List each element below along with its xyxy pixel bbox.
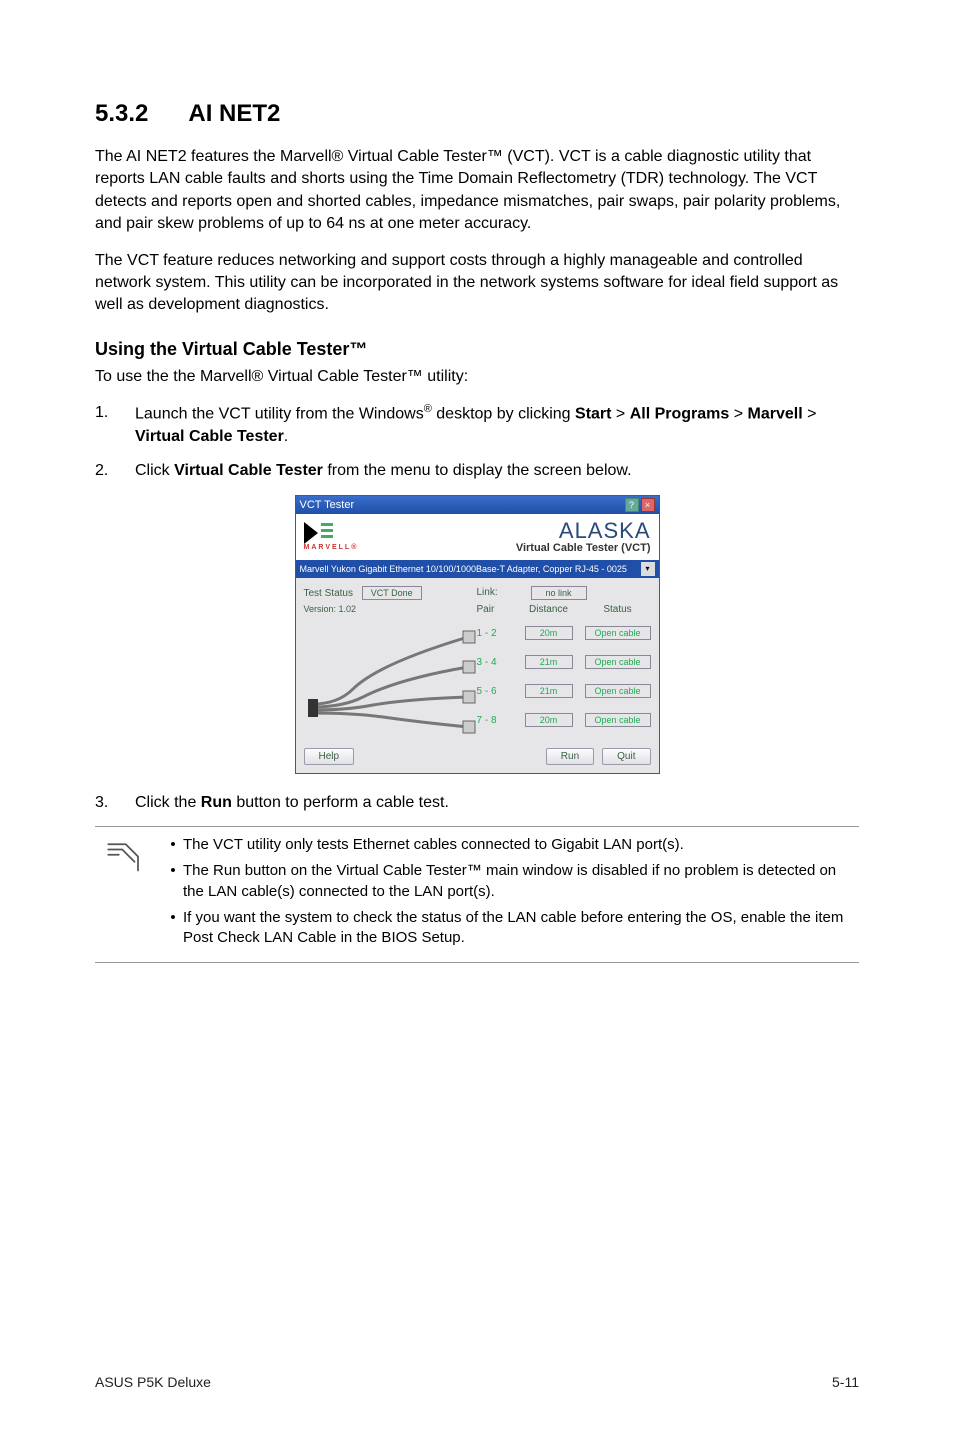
screenshot-container: VCT Tester ? × MARVELL® ALASKA Virtual C…	[95, 495, 859, 774]
help-icon[interactable]: ?	[625, 498, 639, 512]
table-row: 1 - 2 20m Open cable	[477, 619, 651, 648]
head-pair: Pair	[477, 604, 513, 615]
alaska-block: ALASKA Virtual Cable Tester (VCT)	[516, 520, 651, 554]
page-footer: ASUS P5K Deluxe 5-11	[95, 1374, 859, 1390]
pair-table-header: Pair Distance Status	[477, 604, 651, 615]
table-row: 5 - 6 21m Open cable	[477, 677, 651, 706]
step-3: 3. Click the Run button to perform a cab…	[95, 792, 859, 814]
step-text: Click Virtual Cable Tester from the menu…	[135, 460, 859, 482]
table-row: 7 - 8 20m Open cable	[477, 706, 651, 735]
note-list: •The VCT utility only tests Ethernet cab…	[163, 835, 859, 954]
step-number: 2.	[95, 460, 135, 482]
note-icon	[103, 839, 145, 875]
pair-label: 5 - 6	[477, 686, 513, 697]
intro-paragraph: The AI NET2 features the Marvell® Virtua…	[95, 146, 859, 236]
subheading: Using the Virtual Cable Tester™	[95, 339, 859, 360]
paragraph-2: The VCT feature reduces networking and s…	[95, 250, 859, 317]
version-label: Version: 1.02	[304, 604, 477, 614]
test-status-value: VCT Done	[362, 586, 422, 600]
reg-mark: ®	[424, 403, 432, 415]
quit-button[interactable]: Quit	[602, 748, 650, 765]
section-heading: 5.3.2 AI NET2	[95, 100, 859, 128]
note-item: •The VCT utility only tests Ethernet cab…	[163, 835, 859, 855]
footer-right: 5-11	[832, 1374, 859, 1390]
pair-label: 7 - 8	[477, 715, 513, 726]
help-button[interactable]: Help	[304, 748, 355, 765]
link-label: Link:	[477, 587, 519, 598]
step-2: 2. Click Virtual Cable Tester from the m…	[95, 460, 859, 482]
step-text: Launch the VCT utility from the Windows®…	[135, 402, 859, 448]
step-1: 1. Launch the VCT utility from the Windo…	[95, 402, 859, 448]
section-title: AI NET2	[188, 100, 280, 127]
chevron-down-icon[interactable]: ▾	[641, 562, 655, 576]
distance-value: 21m	[525, 655, 573, 669]
status-value: Open cable	[585, 626, 651, 640]
pair-label: 1 - 2	[477, 628, 513, 639]
vct-body: Test Status VCT Done Version: 1.02 Link:…	[296, 578, 659, 743]
vct-header: MARVELL® ALASKA Virtual Cable Tester (VC…	[296, 514, 659, 560]
marvell-mark-icon	[304, 522, 334, 544]
distance-value: 20m	[525, 713, 573, 727]
alaska-sub: Virtual Cable Tester (VCT)	[516, 542, 651, 554]
note-item: •The Run button on the Virtual Cable Tes…	[163, 861, 859, 902]
status-value: Open cable	[585, 684, 651, 698]
section-number: 5.3.2	[95, 100, 148, 128]
adapter-dropdown[interactable]: Marvell Yukon Gigabit Ethernet 10/100/10…	[296, 560, 659, 578]
status-value: Open cable	[585, 713, 651, 727]
head-distance: Distance	[513, 604, 585, 615]
bullet-icon: •	[163, 861, 183, 902]
distance-value: 21m	[525, 684, 573, 698]
note-item: •If you want the system to check the sta…	[163, 908, 859, 949]
dropdown-value: Marvell Yukon Gigabit Ethernet 10/100/10…	[300, 564, 627, 574]
close-icon[interactable]: ×	[641, 498, 655, 512]
sub-paragraph: To use the the Marvell® Virtual Cable Te…	[95, 366, 859, 388]
pair-label: 3 - 4	[477, 657, 513, 668]
marvell-logo: MARVELL®	[304, 522, 359, 551]
link-value: no link	[531, 586, 587, 600]
run-button[interactable]: Run	[546, 748, 594, 765]
window-title: VCT Tester	[300, 499, 355, 511]
head-status: Status	[585, 604, 651, 615]
distance-value: 20m	[525, 626, 573, 640]
marvell-text: MARVELL®	[304, 544, 359, 551]
alaska-logo: ALASKA	[516, 520, 651, 542]
footer-left: ASUS P5K Deluxe	[95, 1374, 211, 1390]
step-text: Click the Run button to perform a cable …	[135, 792, 859, 814]
test-status-label: Test Status	[304, 588, 353, 599]
step-number: 1.	[95, 402, 135, 448]
table-row: 3 - 4 21m Open cable	[477, 648, 651, 677]
step-number: 3.	[95, 792, 135, 814]
vct-window: VCT Tester ? × MARVELL® ALASKA Virtual C…	[295, 495, 660, 774]
status-value: Open cable	[585, 655, 651, 669]
window-titlebar[interactable]: VCT Tester ? ×	[296, 496, 659, 514]
bullet-icon: •	[163, 908, 183, 949]
vct-footer: Help Run Quit	[296, 743, 659, 773]
note-box: •The VCT utility only tests Ethernet cab…	[95, 826, 859, 963]
pair-table: 1 - 2 20m Open cable 3 - 4 21m Open cabl…	[477, 619, 651, 735]
bullet-icon: •	[163, 835, 183, 855]
